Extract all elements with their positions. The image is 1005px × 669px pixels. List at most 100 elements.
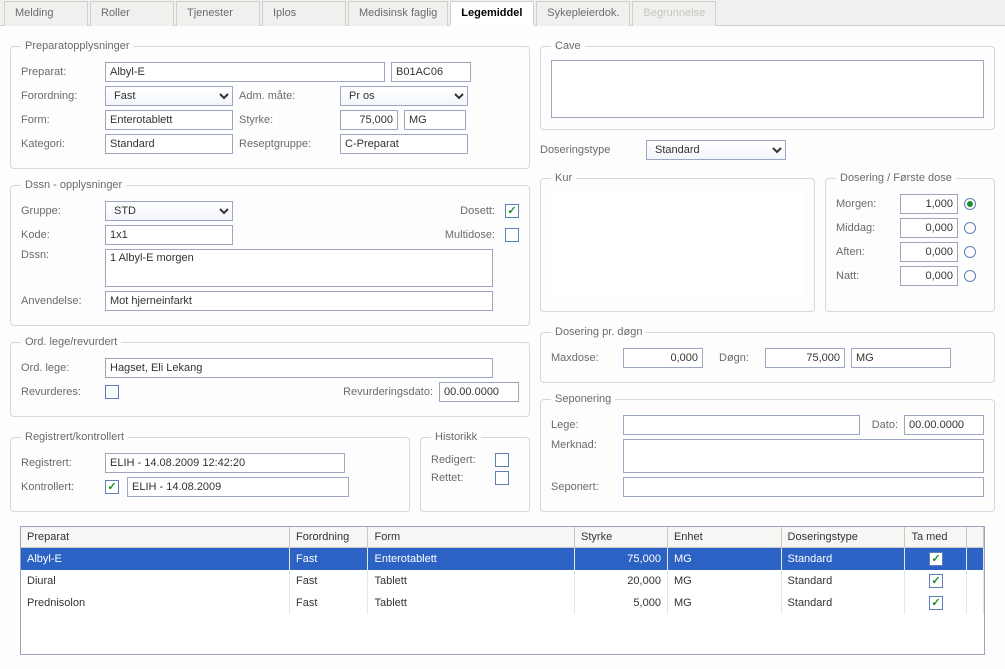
- tab-legemiddel[interactable]: Legemiddel: [450, 1, 534, 26]
- label-aften: Aften:: [836, 246, 894, 258]
- label-dogn: Døgn:: [719, 352, 759, 364]
- kontrollert-input[interactable]: [127, 477, 349, 497]
- middag-input[interactable]: [900, 218, 958, 238]
- label-middag: Middag:: [836, 222, 894, 234]
- tab-tjenester[interactable]: Tjenester: [176, 1, 260, 26]
- label-revurderes: Revurderes:: [21, 386, 99, 398]
- redigert-checkbox[interactable]: [495, 453, 509, 467]
- label-dssn-text: Dssn:: [21, 249, 99, 261]
- dssn-text[interactable]: [105, 249, 493, 287]
- dostype-select[interactable]: Standard: [646, 140, 786, 160]
- kontrollert-checkbox[interactable]: [105, 480, 119, 494]
- legend-historikk: Historikk: [431, 431, 481, 443]
- gruppe-select[interactable]: STD: [105, 201, 233, 221]
- natt-input[interactable]: [900, 266, 958, 286]
- label-kode: Kode:: [21, 229, 99, 241]
- adm-select[interactable]: Pr os: [340, 86, 468, 106]
- col-tamed[interactable]: Ta med: [905, 527, 967, 548]
- col-enhet[interactable]: Enhet: [667, 527, 781, 548]
- kur-text: [551, 192, 804, 297]
- group-kur: Kur: [540, 172, 815, 312]
- aften-input[interactable]: [900, 242, 958, 262]
- revdato-input[interactable]: [439, 382, 519, 402]
- seponert-input[interactable]: [623, 477, 984, 497]
- label-sep-merknad: Merknad:: [551, 439, 617, 451]
- label-kategori: Kategori:: [21, 138, 99, 150]
- col-form[interactable]: Form: [368, 527, 575, 548]
- kode-input[interactable]: [105, 225, 233, 245]
- tamed-checkbox[interactable]: [929, 552, 943, 566]
- table-row[interactable]: PrednisolonFastTablett5,000MGStandard: [21, 592, 984, 614]
- morgen-input[interactable]: [900, 194, 958, 214]
- tab-sykepleier[interactable]: Sykepleierdok.: [536, 1, 630, 26]
- morgen-radio[interactable]: [964, 198, 976, 210]
- anvendelse-input[interactable]: [105, 291, 493, 311]
- label-forordning: Forordning:: [21, 90, 99, 102]
- revurderes-checkbox[interactable]: [105, 385, 119, 399]
- natt-radio[interactable]: [964, 270, 976, 282]
- dosett-checkbox[interactable]: [505, 204, 519, 218]
- middag-radio[interactable]: [964, 222, 976, 234]
- label-form: Form:: [21, 114, 99, 126]
- label-maxdose: Maxdose:: [551, 352, 617, 364]
- legend-dssn: Dssn - opplysninger: [21, 179, 126, 191]
- multidose-checkbox[interactable]: [505, 228, 519, 242]
- table-row[interactable]: DiuralFastTablett20,000MGStandard: [21, 570, 984, 592]
- tab-begrunnelse: Begrunnelse: [632, 1, 716, 26]
- label-revdato: Revurderingsdato:: [343, 386, 433, 398]
- table-row[interactable]: Albyl-EFastEnterotablett75,000MGStandard: [21, 548, 984, 571]
- col-preparat[interactable]: Preparat: [21, 527, 290, 548]
- label-anvendelse: Anvendelse:: [21, 295, 99, 307]
- col-styrke[interactable]: Styrke: [575, 527, 668, 548]
- registrert-input[interactable]: [105, 453, 345, 473]
- col-dostype[interactable]: Doseringstype: [781, 527, 905, 548]
- tab-bar: Melding Roller Tjenester Iplos Medisinsk…: [0, 0, 1005, 26]
- legend-seponering: Seponering: [551, 393, 615, 405]
- aften-radio[interactable]: [964, 246, 976, 258]
- preparat-input[interactable]: [105, 62, 385, 82]
- form-input[interactable]: [105, 110, 233, 130]
- sep-lege-input[interactable]: [623, 415, 860, 435]
- tab-melding[interactable]: Melding: [4, 1, 88, 26]
- label-multidose: Multidose:: [445, 229, 495, 241]
- legend-dospdogn: Dosering pr. døgn: [551, 326, 646, 338]
- sep-merknad-input[interactable]: [623, 439, 984, 473]
- dogn-input[interactable]: [765, 348, 845, 368]
- atc-input[interactable]: [391, 62, 471, 82]
- kategori-input[interactable]: [105, 134, 233, 154]
- label-styrke: Styrke:: [239, 114, 334, 126]
- label-ordlege: Ord. lege:: [21, 362, 99, 374]
- tamed-checkbox[interactable]: [929, 596, 943, 610]
- tamed-checkbox[interactable]: [929, 574, 943, 588]
- styrke-input[interactable]: [340, 110, 398, 130]
- label-morgen: Morgen:: [836, 198, 894, 210]
- tab-iplos[interactable]: Iplos: [262, 1, 346, 26]
- dogn-unit[interactable]: [851, 348, 951, 368]
- styrke-unit[interactable]: [404, 110, 466, 130]
- forordning-select[interactable]: Fast: [105, 86, 233, 106]
- rettet-checkbox[interactable]: [495, 471, 509, 485]
- col-forordning[interactable]: Forordning: [290, 527, 368, 548]
- preparat-table: Preparat Forordning Form Styrke Enhet Do…: [20, 526, 985, 655]
- ordlege-input[interactable]: [105, 358, 493, 378]
- maxdose-input[interactable]: [623, 348, 703, 368]
- label-sep-dato: Dato:: [872, 419, 898, 431]
- label-redigert: Redigert:: [431, 454, 489, 466]
- label-dostype: Doseringstype: [540, 144, 640, 156]
- group-ordlege: Ord. lege/revurdert Ord. lege: Revurdere…: [10, 336, 530, 417]
- legend-registrert: Registrert/kontrollert: [21, 431, 128, 443]
- legend-preparat: Preparatopplysninger: [21, 40, 134, 52]
- group-dospdogn: Dosering pr. døgn Maxdose: Døgn:: [540, 326, 995, 383]
- tab-medisinsk[interactable]: Medisinsk faglig: [348, 1, 448, 26]
- cave-text[interactable]: [551, 60, 984, 118]
- label-kontrollert: Kontrollert:: [21, 481, 99, 493]
- col-spacer: [967, 527, 984, 548]
- label-seponert: Seponert:: [551, 481, 617, 493]
- label-dosett: Dosett:: [460, 205, 495, 217]
- tab-roller[interactable]: Roller: [90, 1, 174, 26]
- sep-dato-input[interactable]: [904, 415, 984, 435]
- label-adm: Adm. måte:: [239, 90, 334, 102]
- label-resept: Reseptgruppe:: [239, 138, 334, 150]
- resept-input[interactable]: [340, 134, 468, 154]
- label-sep-lege: Lege:: [551, 419, 617, 431]
